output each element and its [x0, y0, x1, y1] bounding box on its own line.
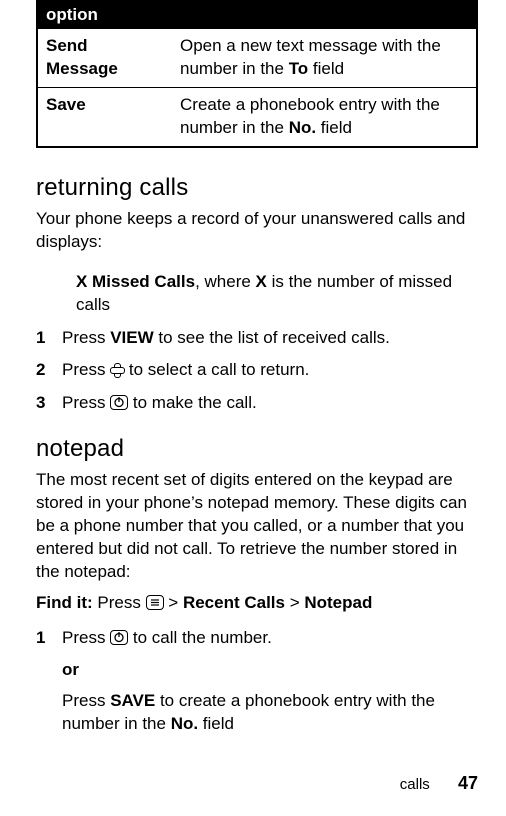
table-row: Send Message Open a new text message wit… — [37, 29, 477, 88]
step-number: 3 — [36, 392, 45, 415]
text: field — [308, 59, 344, 78]
text: Press — [62, 628, 110, 647]
text: Press — [62, 393, 110, 412]
text: to make the call. — [128, 393, 257, 412]
send-key-icon — [110, 630, 128, 645]
field-ref: No. — [289, 118, 316, 137]
alt-step: Press SAVE to create a phonebook entry w… — [62, 690, 478, 736]
intro-notepad: The most recent set of digits entered on… — [36, 469, 478, 584]
page-number: 47 — [458, 773, 478, 793]
text: > — [164, 593, 183, 612]
table-row: Save Create a phonebook entry with the n… — [37, 87, 477, 146]
text: Press — [62, 691, 110, 710]
send-key-icon — [110, 395, 128, 410]
field-ref: No. — [171, 714, 198, 733]
option-desc: Open a new text message with the number … — [172, 29, 477, 88]
text: to call the number. — [128, 628, 272, 647]
or-label: or — [62, 660, 478, 680]
text: Press — [62, 328, 110, 347]
steps-returning: 1 Press VIEW to see the list of received… — [36, 327, 478, 416]
missed-calls-line: X Missed Calls, where X is the number of… — [76, 271, 478, 317]
find-it-label: Find it: — [36, 593, 93, 612]
menu-key-icon — [146, 595, 164, 610]
option-name: Send Message — [37, 29, 172, 88]
softkey-view: VIEW — [110, 328, 153, 347]
nav-key-icon — [110, 363, 124, 377]
text: , where — [195, 272, 255, 291]
text: > — [285, 593, 304, 612]
page-footer: calls 47 — [400, 773, 478, 794]
softkey-save: SAVE — [110, 691, 155, 710]
text: X — [256, 272, 267, 291]
footer-section: calls — [400, 776, 430, 793]
step-number: 1 — [36, 327, 45, 350]
option-desc: Create a phonebook entry with the number… — [172, 87, 477, 146]
step-1: 1 Press VIEW to see the list of received… — [36, 327, 478, 350]
text: X Missed Calls — [76, 272, 195, 291]
option-name: Save — [37, 87, 172, 146]
text: Press — [93, 593, 146, 612]
text: to select a call to return. — [124, 360, 309, 379]
steps-notepad: 1 Press to call the number. — [36, 627, 478, 650]
heading-returning-calls: returning calls — [36, 174, 478, 202]
option-table: option Send Message Open a new text mess… — [36, 0, 478, 148]
intro-returning: Your phone keeps a record of your unansw… — [36, 208, 478, 254]
field-ref: To — [289, 59, 309, 78]
step-1: 1 Press to call the number. — [36, 627, 478, 650]
menu-item: Recent Calls — [183, 593, 285, 612]
table-header: option — [37, 1, 477, 29]
step-number: 2 — [36, 359, 45, 382]
menu-item: Notepad — [304, 593, 372, 612]
step-2: 2 Press to select a call to return. — [36, 359, 478, 382]
step-3: 3 Press to make the call. — [36, 392, 478, 415]
step-number: 1 — [36, 627, 45, 650]
text: Press — [62, 360, 110, 379]
text: field — [198, 714, 234, 733]
text: to see the list of received calls. — [154, 328, 390, 347]
heading-notepad: notepad — [36, 435, 478, 463]
text: field — [316, 118, 352, 137]
find-it-line: Find it: Press > Recent Calls > Notepad — [36, 592, 478, 615]
